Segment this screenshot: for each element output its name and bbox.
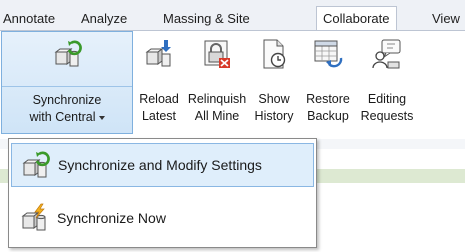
sync-modify-icon <box>22 151 50 178</box>
ribbon-panel: Synchronize with Central Reload Latest R… <box>0 31 465 139</box>
history-label-line-1: Show <box>258 92 290 106</box>
restore-backup-icon <box>314 40 343 68</box>
label-line-2: with Central <box>29 110 96 124</box>
restore-label-line-2: Backup <box>307 109 349 123</box>
show-history-button[interactable]: Show History <box>249 31 299 135</box>
tab-analyze[interactable]: Analyze <box>81 8 127 30</box>
sync-now-icon <box>21 203 46 231</box>
reload-latest-icon <box>145 40 171 67</box>
label-line-1: Synchronize <box>32 93 102 107</box>
relinquish-label-line-1: Relinquish <box>187 92 247 106</box>
editing-label-line-2: Requests <box>360 109 414 123</box>
menu-item-synchronize-now[interactable]: Synchronize Now <box>11 197 314 241</box>
history-label-line-2: History <box>254 109 294 123</box>
synchronize-dropdown-menu: Synchronize and Modify Settings Synchron… <box>8 138 317 248</box>
tab-collaborate[interactable]: Collaborate <box>316 6 397 30</box>
sync-central-icon <box>54 40 82 67</box>
editing-label-line-1: Editing <box>367 92 407 106</box>
reload-latest-button[interactable]: Reload Latest <box>134 31 184 135</box>
reload-label-line-2: Latest <box>141 109 177 123</box>
editing-requests-button[interactable]: Editing Requests <box>357 31 417 135</box>
menu-item-synchronize-and-modify-settings[interactable]: Synchronize and Modify Settings <box>11 143 314 187</box>
synchronize-with-central-button[interactable]: Synchronize with Central <box>1 31 133 134</box>
restore-backup-button[interactable]: Restore Backup <box>300 31 356 135</box>
menu-item-label: Synchronize Now <box>57 210 166 226</box>
menu-item-label: Synchronize and Modify Settings <box>58 157 262 173</box>
synchronize-with-central-label: Synchronize with Central <box>2 92 132 126</box>
relinquish-all-mine-button[interactable]: Relinquish All Mine <box>186 31 248 135</box>
tab-view[interactable]: View <box>432 8 460 30</box>
editing-requests-icon <box>372 39 401 69</box>
tab-massing-site[interactable]: Massing & Site <box>163 8 250 30</box>
show-history-icon <box>263 39 286 69</box>
tab-annotate[interactable]: Annotate <box>3 8 55 30</box>
chevron-down-icon[interactable] <box>98 115 105 120</box>
relinquish-label-line-2: All Mine <box>194 109 240 123</box>
reload-label-line-1: Reload <box>139 92 179 106</box>
ribbon-tab-bar: Annotate Analyze Massing & Site Collabor… <box>0 0 465 31</box>
restore-label-line-1: Restore <box>306 92 350 106</box>
split-divider <box>2 86 132 87</box>
relinquish-icon <box>204 40 230 68</box>
